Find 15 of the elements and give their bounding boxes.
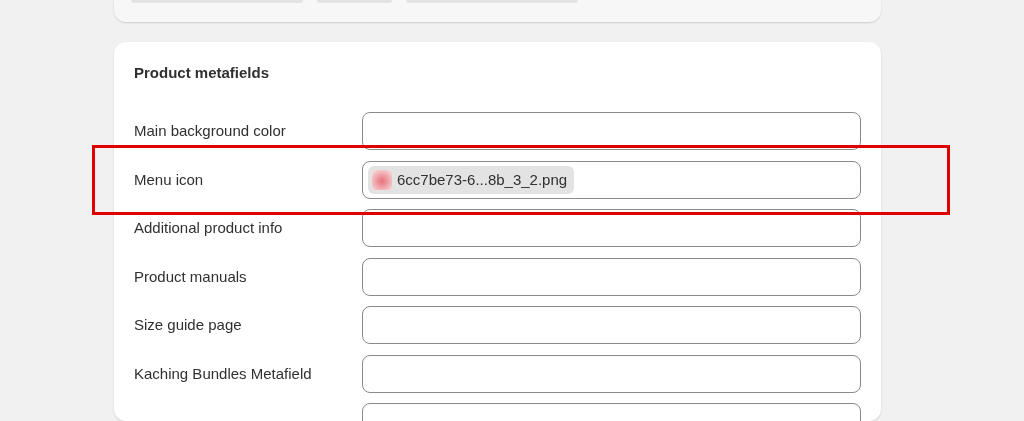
file-chip[interactable]: 6cc7be73-6...8b_3_2.png (368, 165, 575, 194)
input-field[interactable] (362, 112, 861, 150)
field-label: Additional product info (134, 219, 283, 236)
image-thumbnail (372, 169, 392, 190)
field-label: Menu icon (134, 170, 204, 188)
field-label: Product manuals (134, 267, 247, 285)
input-field[interactable] (362, 306, 861, 344)
input-field[interactable] (362, 257, 861, 296)
input-field[interactable] (362, 209, 861, 247)
card-title: Product metafields (134, 64, 271, 81)
field-label: Kaching Bundles Metafield (134, 364, 312, 382)
field-label: Main background color (134, 122, 286, 139)
input-field[interactable]: 6cc7be73-6...8b_3_2.png (362, 160, 861, 199)
field-label: Size guide page (134, 316, 242, 333)
input-field[interactable] (362, 354, 861, 393)
